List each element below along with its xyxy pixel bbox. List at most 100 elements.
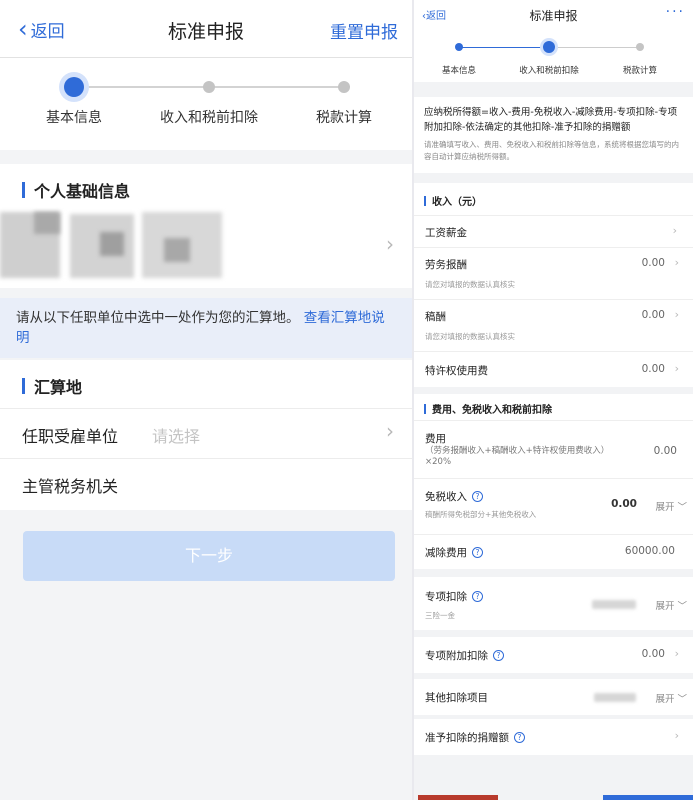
reduction-value: 60000.00 (624, 545, 675, 557)
reset-declaration-button[interactable]: 重置申报 (330, 18, 398, 43)
reduction-label: 减除费用 (425, 547, 467, 559)
labor-hint: 请您对填报的数据认真核实 (425, 280, 515, 289)
section-heading: 个人基础信息 (22, 178, 130, 202)
tax-free-value: 0.00 (611, 498, 637, 510)
bottom-bar-segment (418, 795, 498, 800)
other-expand[interactable]: 展开 ﹀ (655, 691, 687, 705)
franchise-label: 特许权使用费 (425, 365, 488, 377)
tax-free-expand[interactable]: 展开 ﹀ (655, 499, 687, 513)
franchise-value: 0.00 (641, 363, 665, 375)
settlement-tip: 请从以下任职单位中选中一处作为您的汇算地。 查看汇算地说明 (0, 298, 412, 358)
chevron-right-icon: › (674, 647, 679, 660)
step-connector (550, 47, 642, 48)
special-row-inner: 专项扣除? 三险一金 展开 ﹀ (414, 577, 693, 630)
step-connector (210, 86, 344, 88)
section-heading: 费用、免税收入和税前扣除 (424, 401, 552, 416)
franchise-row[interactable]: 特许权使用费 0.00 › (414, 351, 693, 387)
step-dot (203, 81, 215, 93)
special-additional-value: 0.00 (641, 648, 665, 660)
help-icon[interactable]: ? (493, 650, 504, 661)
help-icon[interactable]: ? (514, 732, 525, 743)
royalty-row[interactable]: 稿酬 请您对填报的数据认真核实 0.00 › (414, 299, 693, 351)
special-value-redacted (592, 600, 636, 609)
help-icon[interactable]: ? (472, 591, 483, 602)
tax-office-label: 主管税务机关 (22, 477, 119, 496)
step-label-tax-calc: 税款计算 (316, 110, 372, 126)
right-screen: ‹返回 标准申报 ··· 基本信息 收入和税前扣除 税款计算 应纳税所得额=收入… (414, 0, 693, 800)
step-dot-done (455, 43, 463, 51)
section-bar (424, 195, 426, 206)
step-connector (78, 86, 208, 88)
chevron-right-icon: › (386, 232, 394, 256)
page-title: 标准申报 (529, 9, 578, 23)
tax-free-label: 免税收入 (425, 491, 467, 503)
chevron-right-icon: › (672, 224, 677, 237)
chevron-right-icon: › (674, 308, 679, 321)
help-icon[interactable]: ? (472, 491, 483, 502)
fee-hint: （劳务报酬收入+稿酬收入+特许权使用费收入）×20% (425, 446, 610, 467)
employer-select-row[interactable]: 任职受雇单位 请选择 › (0, 408, 412, 458)
donation-row[interactable]: 准予扣除的捐赠额? › (414, 719, 693, 755)
step-label-tax-calc: 税款计算 (622, 66, 657, 76)
special-additional-inner: 专项附加扣除? 0.00 › (414, 637, 693, 673)
left-screen: ‹ 返回 标准申报 重置申报 基本信息 收入和税前扣除 税款计算 个人基础信息 … (0, 0, 412, 800)
step-label-basic-info: 基本信息 (46, 110, 102, 126)
nav-bar: ‹返回 标准申报 ··· (414, 0, 693, 30)
labor-row[interactable]: 劳务报酬 请您对填报的数据认真核实 0.00 › (414, 247, 693, 299)
chevron-right-icon: › (674, 362, 679, 375)
tax-office-row: 主管税务机关 (0, 458, 412, 508)
other-value-redacted (594, 693, 636, 702)
employer-select[interactable]: 请选择 (152, 423, 200, 447)
chevron-down-icon: ﹀ (677, 694, 687, 705)
tax-free-row[interactable]: 免税收入? 稿酬所得免税部分+其他免税收入 0.00 展开 ﹀ (414, 478, 693, 528)
chevron-right-icon: › (386, 419, 394, 443)
other-deductions-row[interactable]: 其他扣除项目 展开 ﹀ (414, 679, 693, 715)
salary-label: 工资薪金 (425, 227, 467, 239)
section-heading: 收入（元） (424, 193, 482, 208)
income-card: 收入（元） 工资薪金 › 劳务报酬 请您对填报的数据认真核实 0.00 › 稿酬… (414, 183, 693, 387)
step-label-basic-info: 基本信息 (441, 66, 476, 76)
tax-free-label-wrap: 免税收入? (425, 489, 483, 504)
donation-label-wrap: 准予扣除的捐赠额? (425, 730, 525, 745)
donation-inner: 准予扣除的捐赠额? › (414, 719, 693, 755)
step-dot-active (543, 41, 555, 53)
help-icon[interactable]: ? (472, 547, 483, 558)
bottom-toolbar-edge (414, 792, 693, 800)
special-deduction-row[interactable]: 专项扣除? 三险一金 展开 ﹀ (414, 577, 693, 630)
section-bar (22, 182, 25, 198)
more-icon[interactable]: ··· (666, 4, 685, 20)
step-dot (338, 81, 350, 93)
reduction-label-wrap: 减除费用? (425, 545, 483, 560)
special-additional-row[interactable]: 专项附加扣除? 0.00 › (414, 637, 693, 673)
employer-label: 任职受雇单位 (22, 427, 119, 446)
expand-label: 展开 (655, 502, 675, 513)
other-label: 其他扣除项目 (425, 692, 488, 704)
section-heading: 汇算地 (22, 374, 82, 398)
step-label-income: 收入和税前扣除 (160, 110, 258, 126)
special-additional-label: 专项附加扣除 (425, 650, 488, 662)
royalty-label: 稿酬 (425, 311, 446, 323)
settlement-section: 汇算地 任职受雇单位 请选择 › 主管税务机关 (0, 360, 412, 510)
special-label: 专项扣除 (425, 591, 467, 603)
step-dot-active (64, 77, 84, 97)
salary-row[interactable]: 工资薪金 › (414, 215, 693, 247)
labor-label: 劳务报酬 (425, 259, 467, 271)
personal-info-section: 个人基础信息 › (0, 164, 412, 288)
chevron-down-icon: ﹀ (677, 502, 687, 513)
tip-text: 请从以下任职单位中选中一处作为您的汇算地。 (16, 310, 300, 326)
step-indicator: 基本信息 收入和税前扣除 税款计算 (414, 30, 693, 82)
income-section-title: 收入（元） (432, 197, 482, 208)
section-bar (22, 378, 25, 394)
next-step-button[interactable]: 下一步 (23, 531, 395, 581)
reduction-row: 减除费用? 60000.00 (414, 534, 693, 569)
chevron-right-icon: › (674, 256, 679, 269)
expand-label: 展开 (655, 694, 675, 705)
special-expand[interactable]: 展开 ﹀ (655, 598, 687, 612)
other-inner: 其他扣除项目 展开 ﹀ (414, 679, 693, 715)
personal-info-redacted[interactable] (0, 208, 230, 286)
step-dot (636, 43, 644, 51)
tax-free-hint: 稿酬所得免税部分+其他免税收入 (425, 510, 537, 519)
chevron-right-icon: › (674, 729, 679, 742)
personal-section-title: 个人基础信息 (34, 182, 131, 201)
special-hint: 三险一金 (425, 611, 455, 620)
